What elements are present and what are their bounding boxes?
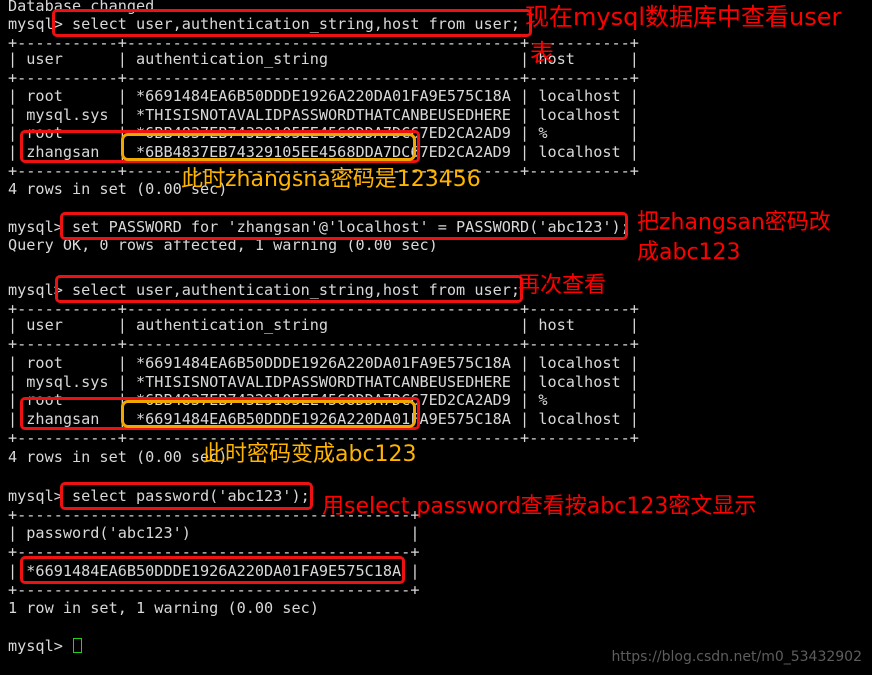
terminal-line: +-----------+---------------------------… bbox=[8, 335, 639, 353]
annotation-view-again: 再次查看 bbox=[518, 273, 607, 298]
terminal-line: 1 row in set, 1 warning (0.00 sec) bbox=[8, 599, 319, 617]
terminal-line: 4 rows in set (0.00 sec) bbox=[8, 448, 228, 466]
terminal-line: | user | authentication_string | host | bbox=[8, 316, 639, 334]
annotation-change-password-line1: 把zhangsan密码改 bbox=[637, 210, 831, 235]
terminal-line: | password('abc123') | bbox=[8, 524, 420, 542]
terminal-line: mysql> select user,authentication_string… bbox=[8, 15, 521, 33]
terminal-line: +-----------+---------------------------… bbox=[8, 69, 639, 87]
terminal-line: | root | *6691484EA6B50DDDE1926A220DA01F… bbox=[8, 87, 639, 105]
text-cursor[interactable] bbox=[73, 638, 83, 653]
terminal-line: | zhangsan | *6BB4837EB74329105EE4568DDA… bbox=[8, 143, 639, 161]
terminal-screenshot: Database changed mysql> select user,authe… bbox=[0, 0, 872, 675]
terminal-line: | *6691484EA6B50DDDE1926A220DA01FA9E575C… bbox=[8, 562, 420, 580]
terminal-line: | zhangsan | *6691484EA6B50DDDE1926A220D… bbox=[8, 410, 639, 428]
annotation-password-became-abc123: 此时密码变成abc123 bbox=[203, 442, 417, 467]
terminal-line: +---------------------------------------… bbox=[8, 543, 420, 561]
terminal-line: | root | *6BB4837EB74329105EE4568DDA7DC6… bbox=[8, 124, 639, 142]
annotation-view-user-table-line2: 表 bbox=[530, 39, 554, 67]
terminal-line: +---------------------------------------… bbox=[8, 581, 420, 599]
terminal-line: Query OK, 0 rows affected, 1 warning (0.… bbox=[8, 236, 438, 254]
terminal-line: Database changed bbox=[8, 0, 155, 15]
terminal-line: | root | *6691484EA6B50DDDE1926A220DA01F… bbox=[8, 354, 639, 372]
terminal-line: mysql> bbox=[8, 637, 83, 656]
annotation-select-password-ciphertext: 用select password查看按abc123密文显示 bbox=[322, 494, 757, 519]
terminal-line: | mysql.sys | *THISISNOTAVALIDPASSWORDTH… bbox=[8, 373, 639, 391]
terminal-output[interactable]: Database changed mysql> select user,authe… bbox=[0, 0, 872, 675]
terminal-line: mysql> set PASSWORD for 'zhangsan'@'loca… bbox=[8, 218, 630, 236]
csdn-watermark: https://blog.csdn.net/m0_53432902 bbox=[611, 649, 862, 665]
terminal-line: mysql> select user,authentication_string… bbox=[8, 281, 521, 299]
terminal-line: | mysql.sys | *THISISNOTAVALIDPASSWORDTH… bbox=[8, 106, 639, 124]
terminal-line: | root | *6BB4837EB74329105EE4568DDA7DC6… bbox=[8, 391, 639, 409]
terminal-line: mysql> select password('abc123'); bbox=[8, 487, 310, 505]
annotation-change-password-line2: 成abc123 bbox=[637, 240, 741, 265]
annotation-password-is-123456: 此时zhangsna密码是123456 bbox=[181, 167, 481, 192]
annotation-view-user-table-line1: 现在mysql数据库中查看user bbox=[525, 3, 842, 31]
